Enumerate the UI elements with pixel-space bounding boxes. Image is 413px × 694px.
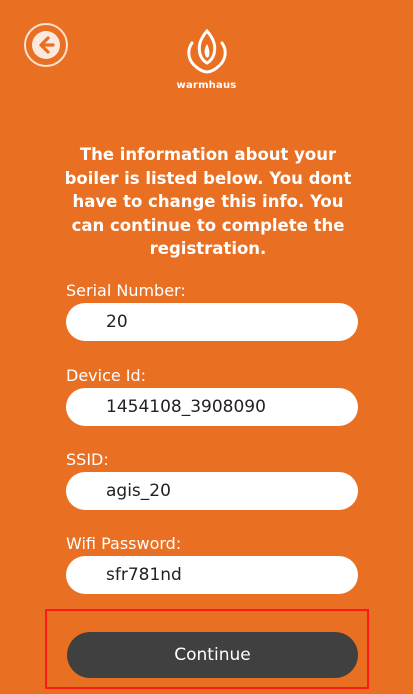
- brand-logo: warmhaus: [0, 28, 413, 91]
- registration-screen: warmhaus The information about your boil…: [0, 0, 413, 694]
- ssid-field[interactable]: agis_20: [66, 472, 358, 510]
- serial-number-field[interactable]: 20: [66, 303, 358, 341]
- brand-name: warmhaus: [176, 80, 237, 91]
- device-id-field[interactable]: 1454108_3908090: [66, 388, 358, 426]
- wifi-password-group: Wifi Password: sfr781nd: [66, 534, 358, 594]
- device-id-group: Device Id: 1454108_3908090: [66, 366, 358, 426]
- ssid-label: SSID:: [66, 450, 109, 469]
- wifi-password-label: Wifi Password:: [66, 534, 182, 553]
- serial-number-label: Serial Number:: [66, 281, 186, 300]
- continue-button[interactable]: Continue: [67, 632, 358, 678]
- flame-logo-icon: [186, 28, 227, 74]
- serial-number-group: Serial Number: 20: [66, 281, 358, 341]
- ssid-group: SSID: agis_20: [66, 450, 358, 510]
- intro-text: The information about your boiler is lis…: [64, 145, 352, 258]
- wifi-password-field[interactable]: sfr781nd: [66, 556, 358, 594]
- device-id-label: Device Id:: [66, 366, 147, 385]
